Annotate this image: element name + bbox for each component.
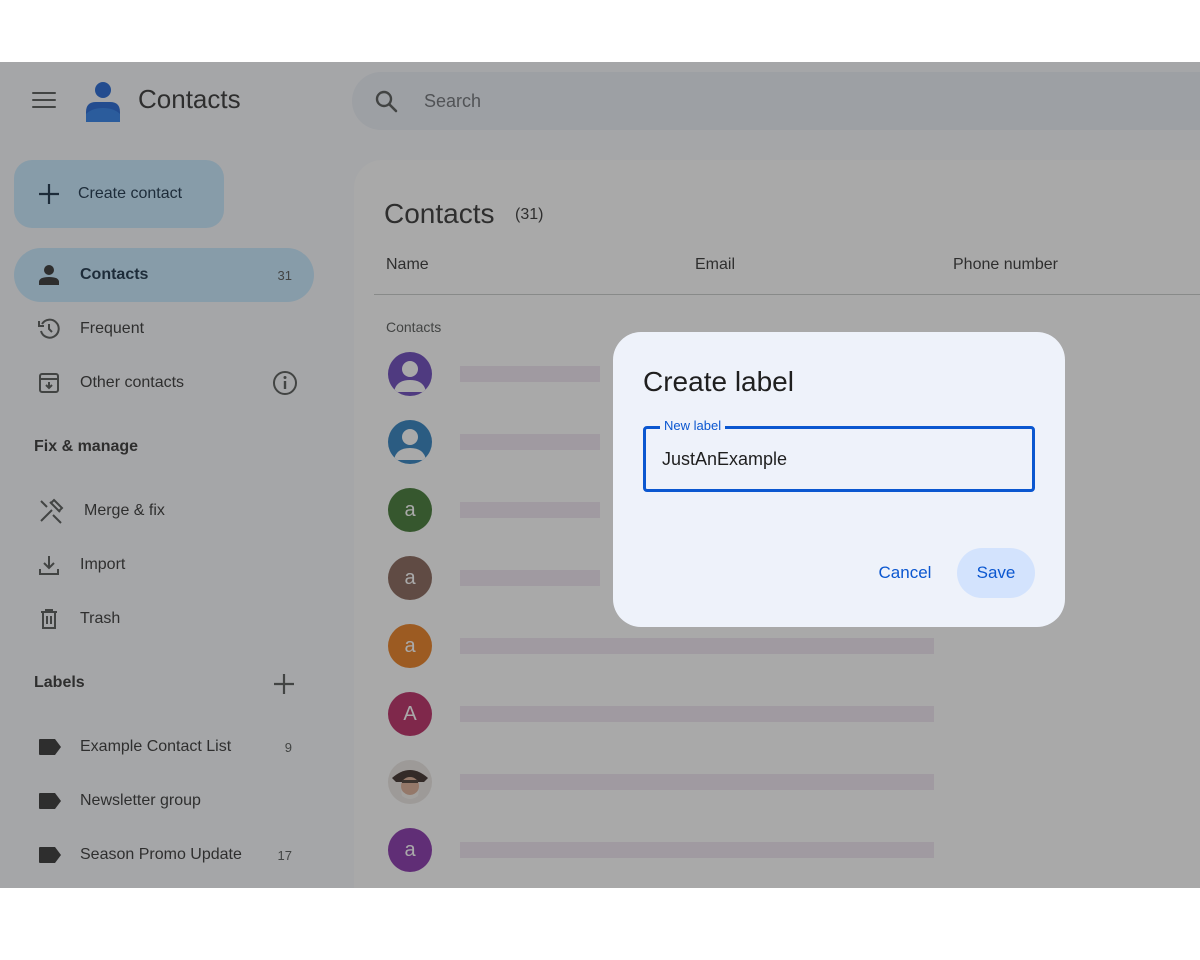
contacts-app: Contacts Create contact Contacts 31 <box>0 62 1200 888</box>
dialog-title: Create label <box>643 366 794 397</box>
cancel-button[interactable]: Cancel <box>861 548 949 598</box>
field-label: New label <box>660 418 726 433</box>
save-button[interactable]: Save <box>957 548 1035 598</box>
new-label-field[interactable]: New label <box>643 418 1035 492</box>
new-label-input[interactable] <box>662 445 1012 473</box>
create-label-dialog: Create label New label Cancel Save <box>613 332 1065 627</box>
screenshot-stage: Contacts Create contact Contacts 31 <box>0 62 1200 888</box>
